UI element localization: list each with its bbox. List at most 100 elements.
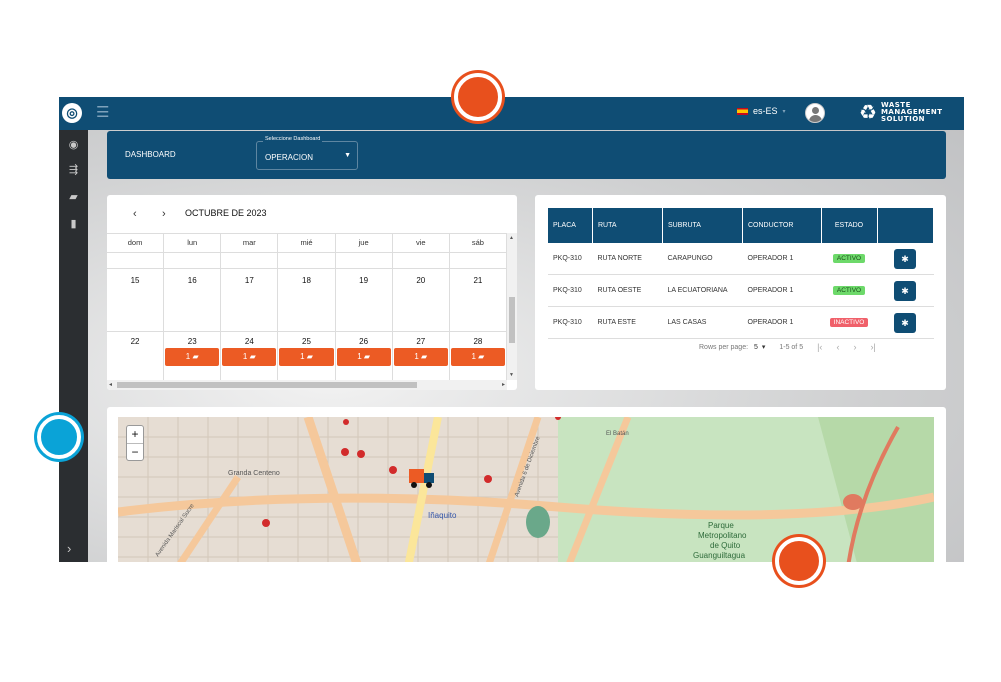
settings-gear-icon[interactable]: ✱ — [894, 248, 916, 269]
column-header[interactable]: PLACA — [548, 208, 593, 243]
calendar-header: ‹ › OCTUBRE DE 2023 — [107, 195, 517, 233]
column-header[interactable]: CONDUCTOR — [742, 208, 822, 243]
cell-ruta: RUTA NORTE — [592, 243, 663, 275]
truck-icon: ▰ — [306, 352, 313, 361]
day-cell[interactable]: 23 1 ▰ — [164, 332, 222, 380]
map-card: Granda Centeno Iñaquito Parque Metropoli… — [107, 407, 946, 562]
calendar-horizontal-scrollbar[interactable]: ◂ ▸ — [107, 380, 507, 390]
app-window: ◎ ☰ es-ES ▾ ♻ WASTE MANAGEMENT SOLUTION … — [59, 97, 964, 562]
settings-gear-icon[interactable]: ✱ — [894, 312, 916, 333]
calendar-event[interactable]: 1 ▰ — [393, 348, 448, 366]
calendar-card: ‹ › OCTUBRE DE 2023 dom lun mar mié jue … — [107, 195, 517, 390]
day-number: 16 — [187, 276, 197, 285]
status-badge: ACTIVO — [832, 254, 866, 263]
map-label: El Batán — [606, 431, 629, 437]
day-cell[interactable]: 16 — [164, 269, 222, 331]
calendar-vertical-scrollbar[interactable]: ▲ ▼ — [507, 233, 517, 380]
calendar-event[interactable]: 1 ▰ — [336, 348, 391, 366]
zoom-in-button[interactable]: + — [127, 426, 143, 444]
day-cell[interactable]: 27 1 ▰ — [393, 332, 450, 380]
cell-ruta: RUTA OESTE — [592, 274, 663, 307]
day-cell[interactable]: 20 — [393, 269, 450, 331]
weekday: lun — [164, 234, 222, 252]
annotation-dot-top — [454, 73, 502, 121]
expand-sidebar-icon[interactable]: › — [67, 541, 71, 556]
user-avatar[interactable] — [805, 103, 825, 123]
status-badge: INACTIVO — [829, 318, 869, 327]
spain-flag-icon — [737, 107, 748, 115]
hamburger-menu-icon[interactable]: ☰ — [96, 105, 109, 121]
map-label: Granda Centeno — [228, 470, 280, 477]
first-page-icon[interactable]: |‹ — [817, 342, 822, 352]
column-header[interactable]: SUBRUTA — [662, 208, 743, 243]
document-icon[interactable]: ▮ — [66, 217, 81, 231]
day-cell[interactable]: 22 — [107, 332, 165, 380]
sidebar: ◉ ⇶ ▰ ▮ › — [59, 130, 88, 562]
day-cell[interactable]: 26 1 ▰ — [336, 332, 393, 380]
cell-conductor: OPERADOR 1 — [742, 243, 822, 275]
day-number: 17 — [244, 276, 254, 285]
column-header[interactable]: ESTADO — [821, 208, 878, 243]
next-page-icon[interactable]: › — [853, 342, 856, 352]
day-cell[interactable]: 15 — [107, 269, 165, 331]
cell-ruta: RUTA ESTE — [592, 306, 663, 339]
dashboard-title: DASHBOARD — [125, 150, 176, 159]
table-pagination: Rows per page: 5 ▾ 1-5 of 5 |‹ ‹ › ›| — [699, 342, 876, 352]
dashboard-select[interactable]: Seleccione Dashboard OPERACION ▼ — [256, 136, 358, 170]
calendar-event[interactable]: 1 ▰ — [165, 348, 220, 366]
day-cell[interactable]: 28 1 ▰ — [450, 332, 507, 380]
cell-placa: PKQ-310 — [548, 274, 593, 307]
cell-subruta: CARAPUNGO — [662, 243, 743, 275]
cell-placa: PKQ-310 — [548, 306, 593, 339]
brand-logo: ♻ WASTE MANAGEMENT SOLUTION — [859, 102, 943, 123]
routes-icon[interactable]: ⇶ — [66, 163, 81, 177]
day-number: 20 — [416, 276, 426, 285]
day-cell[interactable]: 24 1 ▰ — [221, 332, 279, 380]
calendar-month: OCTUBRE DE 2023 — [185, 208, 267, 218]
day-cell[interactable]: 19 — [336, 269, 393, 331]
truck-icon[interactable]: ▰ — [66, 190, 81, 204]
day-cell[interactable]: 25 1 ▰ — [278, 332, 336, 380]
column-header — [877, 208, 934, 243]
calendar-event[interactable]: 1 ▰ — [450, 348, 505, 366]
last-page-icon[interactable]: ›| — [870, 342, 875, 352]
day-number: 22 — [130, 337, 140, 346]
rows-per-page-label: Rows per page: — [699, 343, 749, 351]
zoom-out-button[interactable]: − — [127, 444, 143, 461]
weekday: mar — [221, 234, 279, 252]
chevron-down-icon: ▾ — [782, 108, 786, 115]
day-cell[interactable]: 18 — [278, 269, 336, 331]
app-logo-icon[interactable]: ◎ — [62, 103, 82, 123]
annotation-dot-bottom — [775, 537, 823, 585]
day-number: 25 — [302, 337, 311, 346]
map-label: Parque — [708, 521, 734, 530]
day-number: 15 — [130, 276, 140, 285]
prev-page-icon[interactable]: ‹ — [836, 342, 839, 352]
prev-month-icon[interactable]: ‹ — [133, 208, 137, 220]
day-cell[interactable]: 17 — [221, 269, 279, 331]
table-row: PKQ-310 RUTA OESTE LA ECUATORIANA OPERAD… — [548, 274, 934, 307]
cell-actions: ✱ — [877, 274, 934, 307]
annotation-dot-left — [37, 415, 81, 459]
calendar-week: 22 23 1 ▰ 24 1 ▰ 25 1 ▰ 26 1 ▰ 27 1 ▰ 28 1 ▰ — [107, 332, 507, 381]
calendar-event[interactable]: 1 ▰ — [222, 348, 277, 366]
day-number: 18 — [302, 276, 311, 285]
cell-estado: ACTIVO — [821, 243, 878, 275]
truck-icon: ▰ — [249, 352, 256, 361]
calendar-event[interactable]: 1 ▰ — [279, 348, 334, 366]
cell-conductor: OPERADOR 1 — [742, 306, 822, 339]
status-badge: ACTIVO — [832, 286, 866, 295]
dashboard-select-label: Seleccione Dashboard — [263, 136, 323, 142]
cell-estado: ACTIVO — [821, 274, 878, 307]
cell-actions: ✱ — [877, 243, 934, 275]
next-month-icon[interactable]: › — [162, 208, 166, 220]
table-row: PKQ-310 RUTA NORTE CARAPUNGO OPERADOR 1 … — [548, 243, 934, 275]
column-header[interactable]: RUTA — [592, 208, 663, 243]
day-number: 21 — [473, 276, 483, 285]
day-cell[interactable]: 21 — [450, 269, 507, 331]
settings-gear-icon[interactable]: ✱ — [894, 280, 916, 301]
rows-per-page-select[interactable]: 5 ▾ — [754, 343, 765, 351]
dashboard-gauge-icon[interactable]: ◉ — [66, 138, 81, 152]
language-selector[interactable]: es-ES ▾ — [737, 106, 786, 116]
day-number: 23 — [187, 337, 197, 346]
